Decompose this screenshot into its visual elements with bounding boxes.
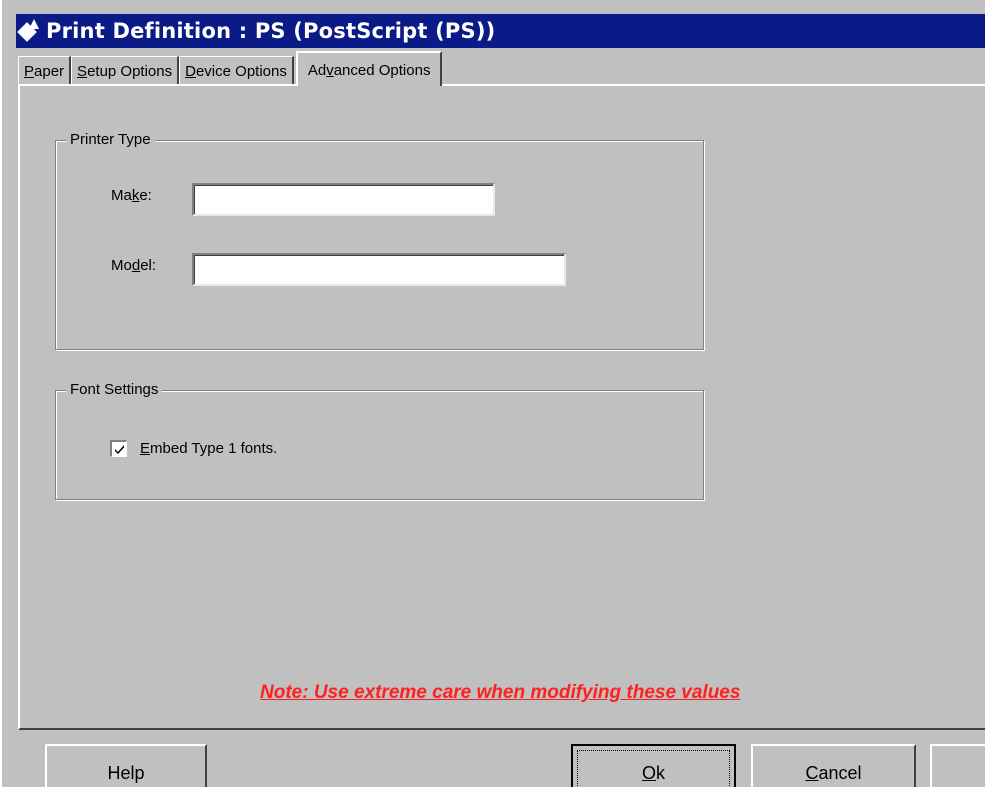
checkmark-icon	[115, 445, 124, 454]
print-definition-window: Print Definition : PS (PostScript (PS)) …	[0, 0, 985, 787]
printer-type-legend: Printer Type	[66, 131, 155, 149]
cancel-button[interactable]: Cancel	[751, 744, 916, 787]
tab-setup-options[interactable]: Setup Options	[71, 56, 180, 86]
help-button[interactable]: Help	[45, 744, 207, 787]
tab-device-options[interactable]: Device Options	[179, 56, 294, 86]
font-settings-legend: Font Settings	[66, 381, 163, 399]
embed-type1-fonts-label[interactable]: Embed Type 1 fonts.	[140, 440, 277, 457]
partial-button[interactable]	[930, 744, 985, 787]
app-icon[interactable]	[17, 17, 44, 45]
advanced-options-panel: Printer Type Make: Model: Font Settings …	[18, 84, 985, 730]
tab-advanced-options[interactable]: Advanced Options	[295, 51, 443, 86]
font-settings-group: Font Settings Embed Type 1 fonts.	[55, 381, 704, 500]
printer-type-group: Printer Type Make: Model:	[55, 131, 704, 350]
model-label: Model:	[111, 257, 157, 274]
model-input[interactable]	[192, 253, 566, 286]
focus-rectangle	[577, 750, 730, 787]
window-title: Print Definition : PS (PostScript (PS))	[46, 19, 496, 43]
tab-paper[interactable]: Paper	[18, 56, 72, 86]
title-bar: Print Definition : PS (PostScript (PS))	[16, 14, 985, 48]
tab-strip: Paper Setup Options Device Options Advan…	[18, 50, 443, 86]
make-label: Make:	[111, 187, 152, 204]
warning-note: Note: Use extreme care when modifying th…	[260, 682, 741, 703]
ok-button[interactable]: Ok	[571, 744, 736, 787]
embed-type1-fonts-checkbox[interactable]	[110, 440, 127, 457]
make-input[interactable]	[192, 183, 495, 216]
